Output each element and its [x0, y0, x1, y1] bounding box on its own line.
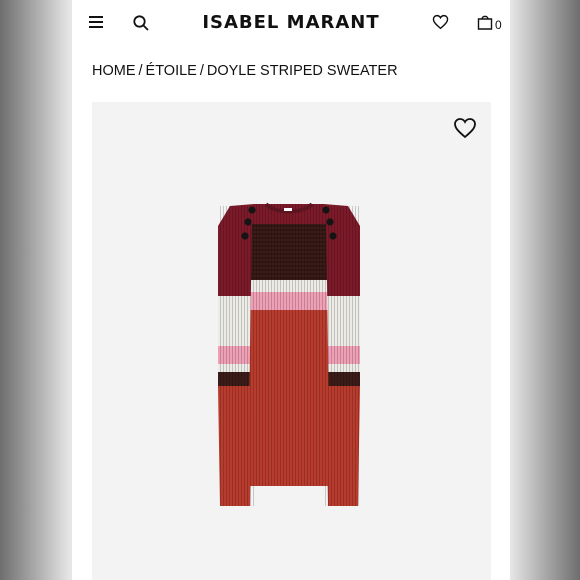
product-image-panel[interactable]: [92, 102, 491, 580]
site-header: ISABEL MARANT 0: [72, 0, 510, 46]
wishlist-heart-icon[interactable]: [432, 14, 449, 30]
sweater-body: [248, 204, 330, 486]
bag-count: 0: [495, 18, 502, 32]
breadcrumb-home[interactable]: HOME: [92, 63, 136, 79]
breadcrumb-etoile[interactable]: ÉTOILE: [146, 63, 197, 79]
breadcrumb-separator: /: [138, 63, 143, 79]
phone-screen: ISABEL MARANT 0 HOME / ÉTOILE / DOYLE STRIPE…: [72, 0, 510, 580]
breadcrumb: HOME / ÉTOILE / DOYLE STRIPED SWEATER: [92, 63, 398, 79]
breadcrumb-current-product: DOYLE STRIPED SWEATER: [206, 63, 398, 79]
add-to-wishlist-heart-icon[interactable]: [453, 117, 477, 139]
search-icon[interactable]: [132, 14, 150, 32]
menu-icon[interactable]: [89, 16, 103, 28]
sweater-product-image: [218, 202, 360, 506]
breadcrumb-separator: /: [199, 63, 204, 79]
shopping-bag-icon[interactable]: [477, 14, 493, 30]
